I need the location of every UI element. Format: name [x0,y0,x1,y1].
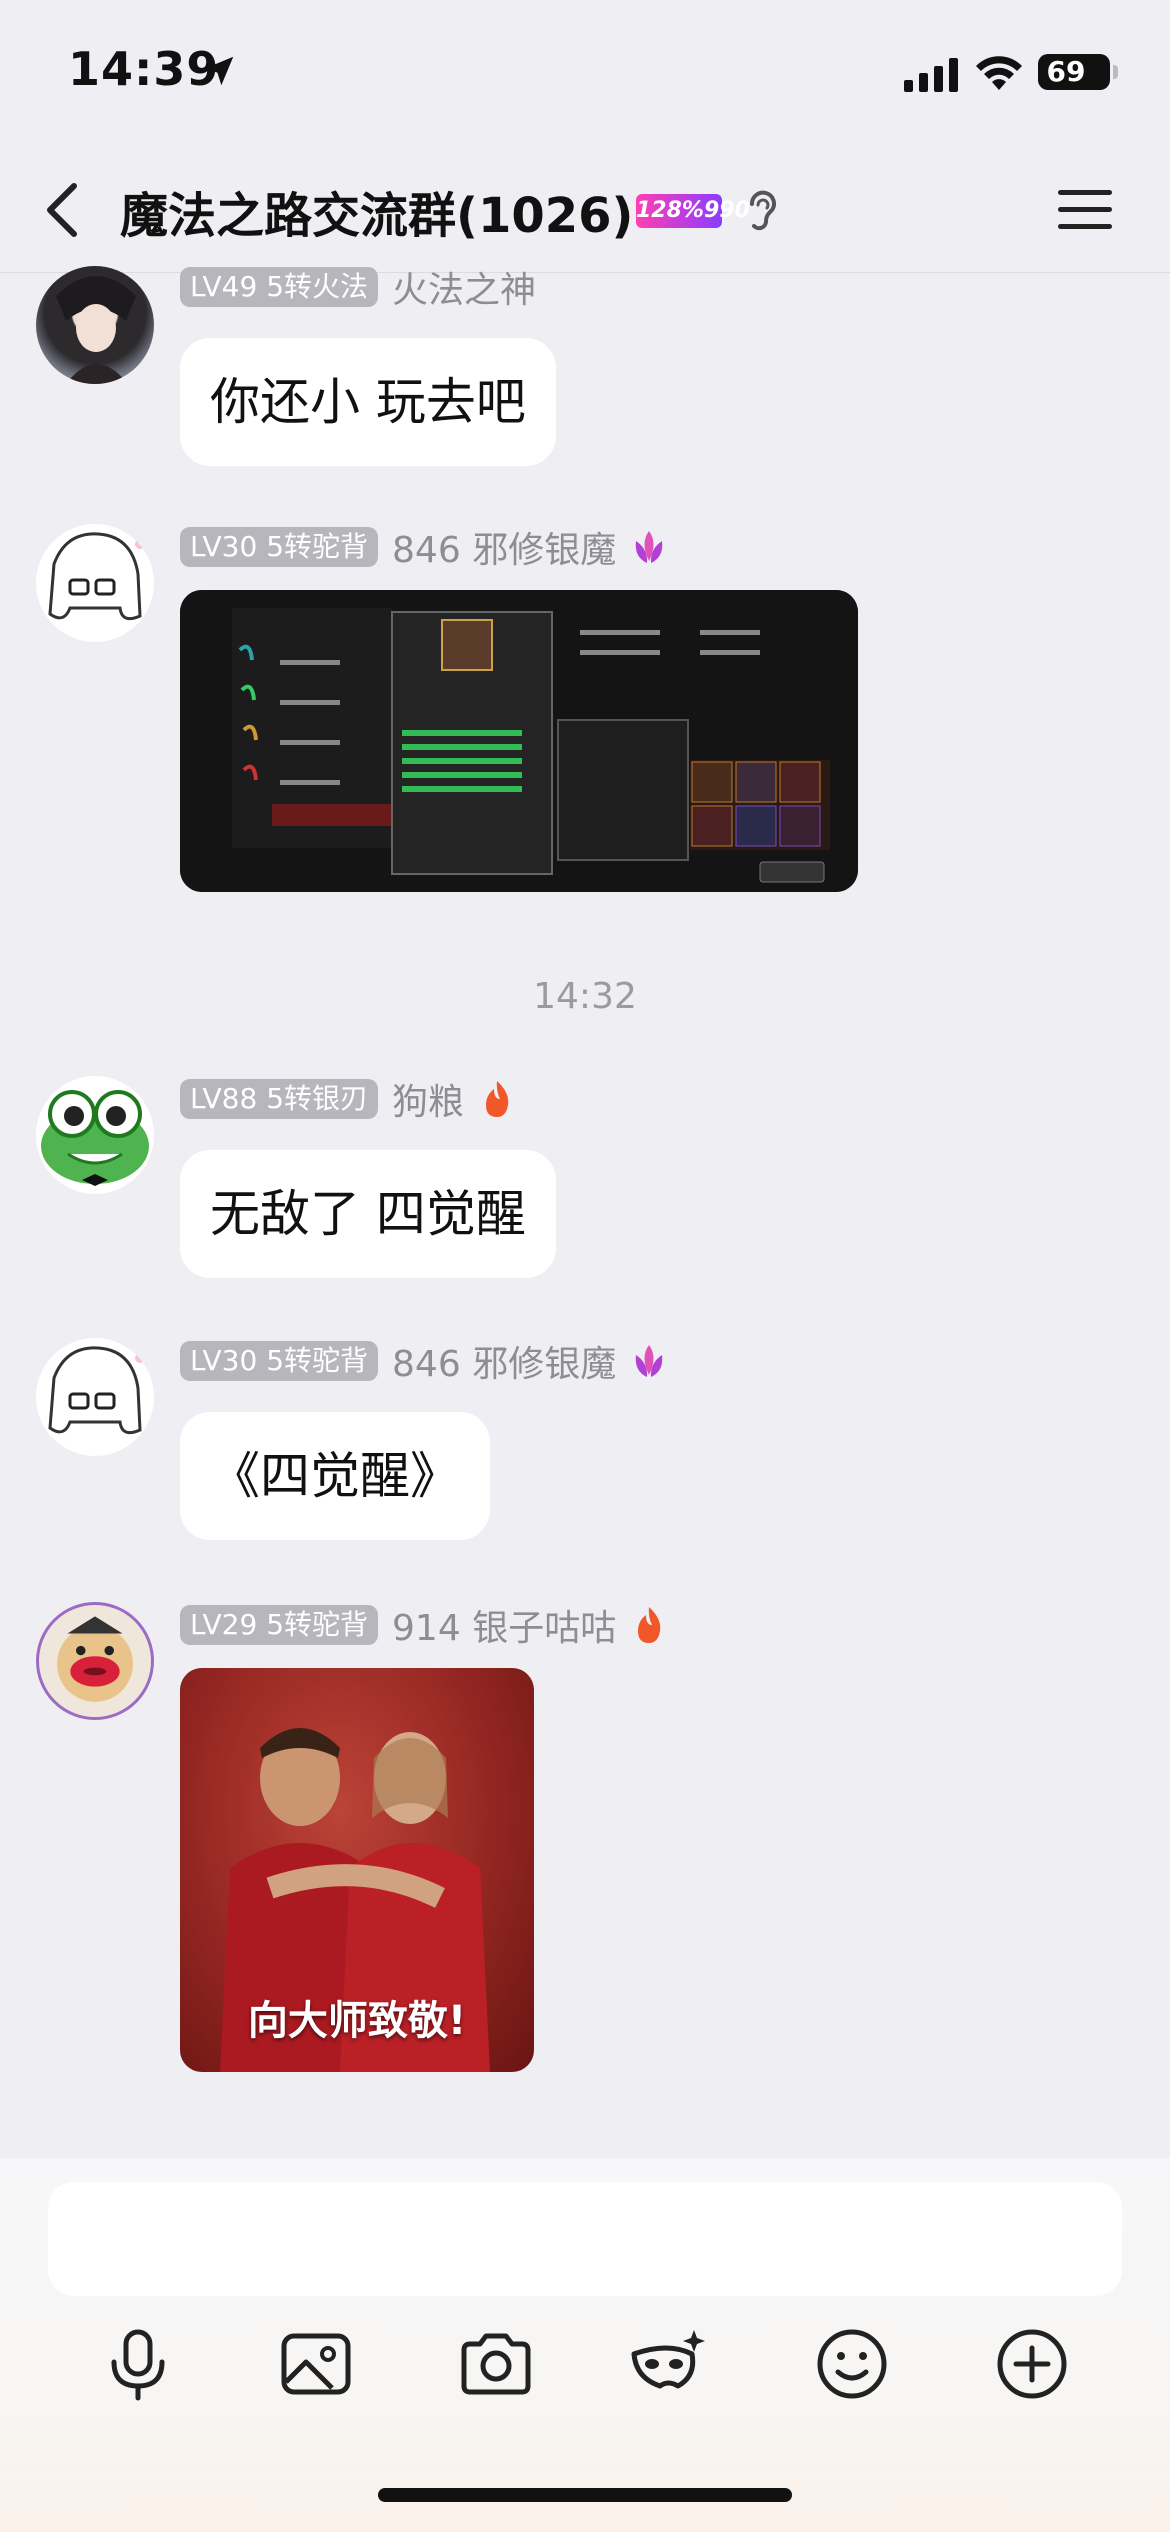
battery-indicator: 69 [1038,54,1118,90]
level-tag: LV30 5转驼背 [180,527,379,567]
chat-message: LV49 5转火法 火法之神 你还小 玩去吧 [0,264,1170,484]
status-time: 14:39 [68,42,220,96]
flame-icon [638,1607,661,1643]
sender-nickname[interactable]: 846 邪修银魔 [392,521,616,573]
message-bubble[interactable]: 《四觉醒》 [180,1412,490,1540]
sender-meta: LV88 5转银刃 狗粮 [180,1073,516,1125]
microphone-icon[interactable] [98,2324,178,2404]
image-icon[interactable] [276,2324,356,2404]
back-chevron-icon[interactable] [36,178,92,242]
lotus-flame-icon [635,531,663,563]
battery-level: 69 [1046,55,1086,88]
wifi-icon [976,56,1022,90]
chat-message: LV29 5转驼背 914 银子咕咕 向大师致敬! [0,1602,1170,2102]
sender-nickname[interactable]: 火法之神 [392,261,536,313]
level-tag: LV88 5转银刃 [180,1079,379,1119]
message-bubble[interactable]: 无敌了 四觉醒 [180,1150,556,1278]
level-tag: LV30 5转驼背 [180,1341,379,1381]
sender-meta: LV30 5转驼背 846 邪修银魔 [180,521,668,573]
level-tag: LV29 5转驼背 [180,1605,379,1645]
avatar[interactable] [36,1338,154,1456]
sender-meta: LV49 5转火法 火法之神 [180,261,536,313]
chat-message: LV30 5转驼背 846 邪修银魔 《四觉醒》 [0,1338,1170,1558]
message-bubble[interactable]: 你还小 玩去吧 [180,338,556,466]
cellular-signal-icon [904,58,958,92]
group-badge: 128%990 [636,194,750,228]
game-screenshot-image[interactable] [180,590,858,892]
input-area [0,2158,1170,2532]
level-tag: LV49 5转火法 [180,267,379,307]
location-arrow-icon [204,56,234,86]
avatar[interactable] [36,1602,154,1720]
chat-header: 魔法之路交流群(1026) 128%990 [0,150,1170,273]
emoji-icon[interactable] [812,2324,892,2404]
avatar[interactable] [36,524,154,642]
meme-image[interactable]: 向大师致敬! [180,1668,534,2072]
meme-caption: 向大师致敬! [247,1998,467,2044]
chat-message: LV30 5转驼背 846 邪修银魔 [0,524,1170,914]
ear-icon[interactable] [742,186,782,236]
avatar[interactable] [36,266,154,384]
group-title[interactable]: 魔法之路交流群(1026) [120,176,633,246]
message-timestamp: 14:32 [533,976,637,1017]
sender-meta: LV29 5转驼背 914 银子咕咕 [180,1599,668,1651]
sender-nickname[interactable]: 914 银子咕咕 [392,1599,616,1651]
plus-icon[interactable] [992,2324,1072,2404]
sender-meta: LV30 5转驼背 846 邪修银魔 [180,1335,668,1387]
flame-icon [486,1081,509,1117]
chat-message: LV88 5转银刃 狗粮 无敌了 四觉醒 [0,1076,1170,1296]
home-indicator[interactable] [378,2488,792,2502]
menu-icon[interactable] [1056,186,1114,234]
mask-icon[interactable] [628,2324,708,2404]
lotus-flame-icon [635,1345,663,1377]
sender-nickname[interactable]: 846 邪修银魔 [392,1335,616,1387]
camera-icon[interactable] [456,2324,536,2404]
sender-nickname[interactable]: 狗粮 [392,1073,464,1125]
status-bar: 14:39 69 [0,0,1170,150]
message-input[interactable] [48,2182,1122,2296]
avatar[interactable] [36,1076,154,1194]
